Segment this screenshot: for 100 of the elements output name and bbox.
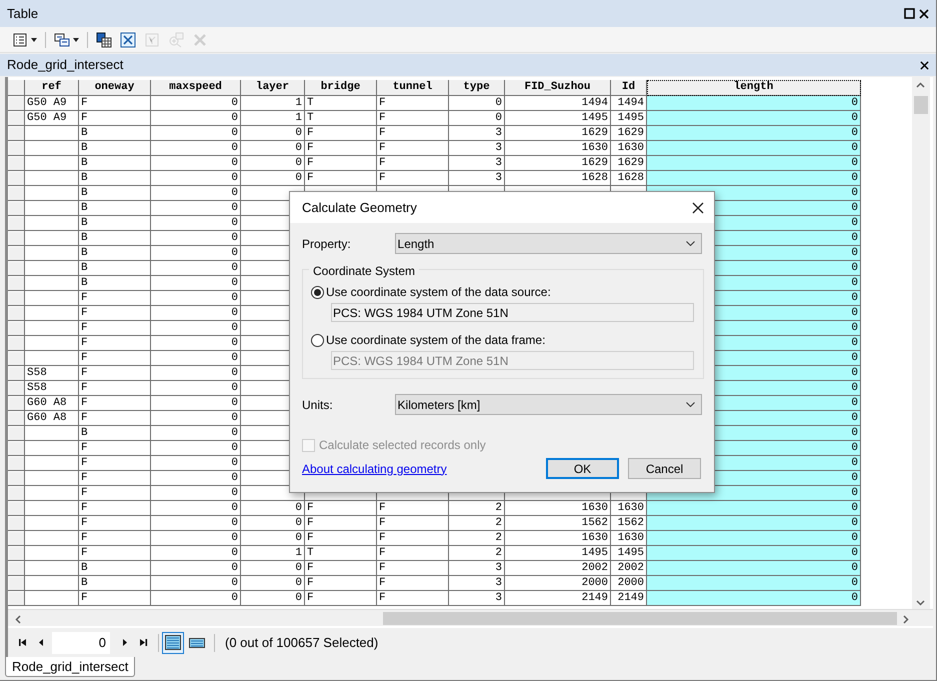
row-selector[interactable] (8, 381, 25, 396)
table-cell: F (79, 396, 151, 411)
table-cell: 0 (151, 156, 241, 171)
row-selector[interactable] (8, 531, 25, 546)
row-selector[interactable] (8, 261, 25, 276)
column-header[interactable]: length (647, 80, 861, 96)
column-header[interactable]: Id (611, 80, 647, 96)
column-header[interactable]: maxspeed (151, 80, 241, 96)
last-record-icon[interactable] (139, 638, 148, 647)
table-cell: B (79, 186, 151, 201)
row-selector[interactable] (8, 426, 25, 441)
column-header[interactable]: bridge (305, 80, 377, 96)
column-header[interactable]: ref (25, 80, 79, 96)
table-cell: 0 (151, 411, 241, 426)
vertical-scrollbar[interactable] (912, 77, 930, 609)
record-field[interactable]: 0 (52, 632, 110, 654)
table-cell: F (377, 546, 449, 561)
row-selector[interactable] (8, 486, 25, 501)
table-cell: 0 (151, 561, 241, 576)
close-icon[interactable] (920, 60, 929, 70)
table-cell (25, 201, 79, 216)
dialog-button[interactable]: Cancel (628, 458, 701, 479)
table-cell: F (79, 486, 151, 501)
first-record-icon[interactable] (18, 638, 27, 647)
show-all-records-button[interactable] (162, 632, 184, 654)
close-icon[interactable] (919, 8, 929, 18)
row-selector[interactable] (8, 366, 25, 381)
row-selector[interactable] (8, 216, 25, 231)
switch-selection-button[interactable] (118, 30, 138, 50)
table-cell: B (79, 231, 151, 246)
units-dropdown[interactable]: Kilometers [km] (394, 394, 702, 415)
row-selector[interactable] (8, 231, 25, 246)
column-header[interactable]: type (449, 80, 505, 96)
corner-cell[interactable] (8, 80, 25, 96)
field-label: Property: (302, 236, 352, 252)
row-selector[interactable] (8, 516, 25, 531)
table-cell (25, 576, 79, 591)
row-selector[interactable] (8, 306, 25, 321)
property-dropdown[interactable]: Length (394, 233, 702, 254)
table-tab[interactable]: Rode_grid_intersect (5, 657, 136, 677)
selection-status: (0 out of 100657 Selected) (225, 634, 378, 652)
table-cell (25, 426, 79, 441)
row-selector[interactable] (8, 561, 25, 576)
radio-label[interactable]: Use coordinate system of the data source: (326, 283, 551, 301)
close-icon[interactable] (692, 202, 704, 214)
row-selector[interactable] (8, 501, 25, 516)
radio-button[interactable] (311, 334, 324, 346)
table-cell: F (305, 516, 377, 531)
maximize-icon[interactable] (904, 8, 915, 19)
row-selector[interactable] (8, 171, 25, 186)
row-selector[interactable] (8, 186, 25, 201)
row-selector[interactable] (8, 126, 25, 141)
row-selector[interactable] (8, 441, 25, 456)
previous-record-icon[interactable] (37, 638, 46, 647)
scrollbar-thumb[interactable] (383, 612, 897, 625)
table-cell: 2 (449, 546, 505, 561)
radio-label[interactable]: Use coordinate system of the data frame: (326, 331, 546, 349)
table-cell: F (377, 501, 449, 516)
row-selector[interactable] (8, 456, 25, 471)
table-cell: 3 (449, 171, 505, 186)
row-selector[interactable] (8, 396, 25, 411)
row-selector[interactable] (8, 321, 25, 336)
table-cell: F (79, 291, 151, 306)
row-selector[interactable] (8, 246, 25, 261)
table-cell: F (79, 336, 151, 351)
coordinate-system-field[interactable]: PCS: WGS 1984 UTM Zone 51N (331, 303, 694, 322)
row-selector[interactable] (8, 276, 25, 291)
table-cell: 0 (151, 186, 241, 201)
table-cell (25, 456, 79, 471)
table-cell (25, 561, 79, 576)
scrollbar-thumb[interactable] (914, 96, 928, 114)
row-selector[interactable] (8, 546, 25, 561)
column-header[interactable]: tunnel (377, 80, 449, 96)
column-header[interactable]: layer (241, 80, 305, 96)
row-selector[interactable] (8, 291, 25, 306)
help-link[interactable]: About calculating geometry (302, 460, 447, 478)
row-selector[interactable] (8, 111, 25, 126)
next-record-icon[interactable] (120, 638, 129, 647)
table-cell: B (79, 141, 151, 156)
row-selector[interactable] (8, 156, 25, 171)
table-cell: S58 (25, 366, 79, 381)
coordinate-system-field[interactable]: PCS: WGS 1984 UTM Zone 51N (331, 351, 694, 370)
column-header[interactable]: FID_Suzhou (505, 80, 611, 96)
row-selector[interactable] (8, 471, 25, 486)
table-cell: F (377, 516, 449, 531)
row-selector[interactable] (8, 591, 25, 606)
table-title: Rode_grid_intersect (7, 56, 124, 74)
dialog-button[interactable]: OK (546, 458, 619, 479)
table-cell: 3 (449, 126, 505, 141)
row-selector[interactable] (8, 141, 25, 156)
horizontal-scrollbar[interactable] (8, 609, 933, 626)
row-selector[interactable] (8, 336, 25, 351)
row-selector[interactable] (8, 351, 25, 366)
column-header[interactable]: oneway (79, 80, 151, 96)
select-table-button[interactable] (94, 30, 114, 50)
row-selector[interactable] (8, 96, 25, 111)
radio-button[interactable] (311, 286, 324, 298)
row-selector[interactable] (8, 411, 25, 426)
row-selector[interactable] (8, 576, 25, 591)
row-selector[interactable] (8, 201, 25, 216)
